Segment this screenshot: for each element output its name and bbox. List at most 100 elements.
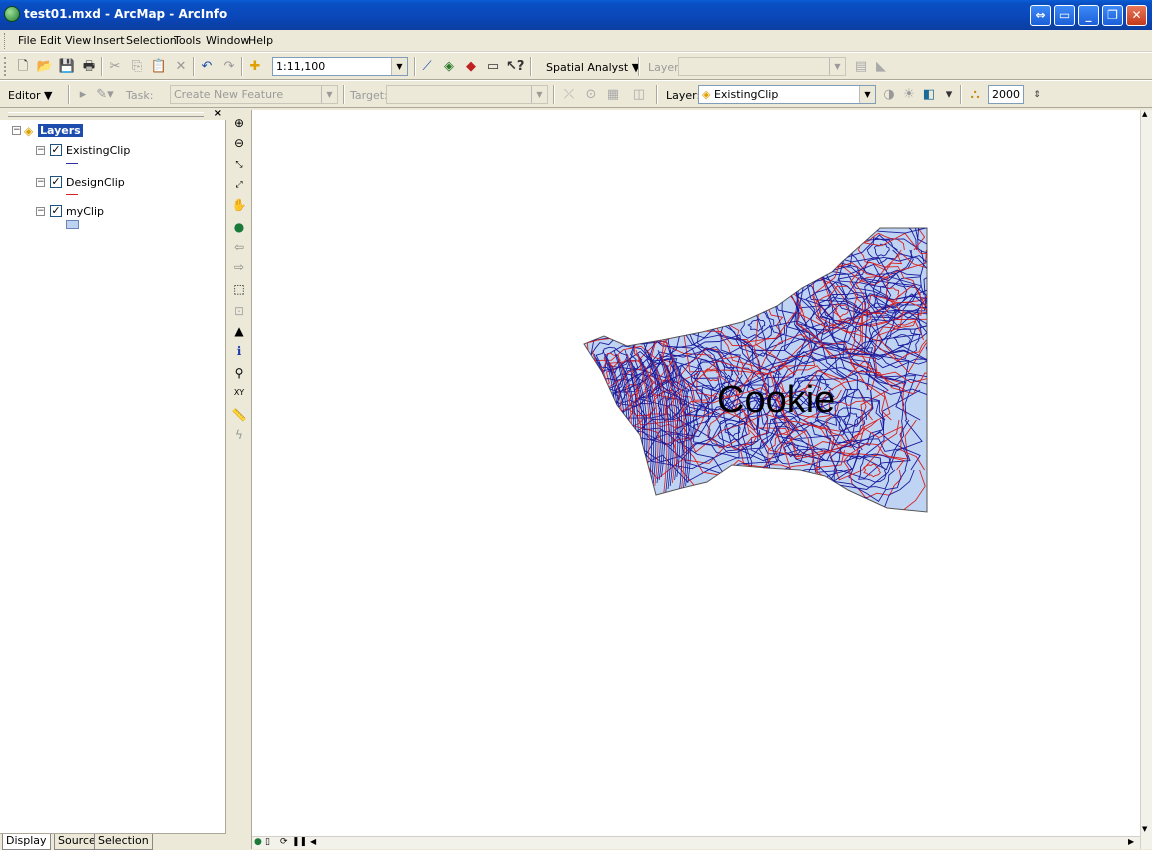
rotate-tool-icon[interactable]: ⊙ [582,86,600,104]
pause-drawing-icon[interactable]: ❚❚ [292,837,307,847]
layers-root[interactable]: Layers [38,124,83,137]
profile-icon[interactable]: ◣ [872,58,890,76]
attributes-icon[interactable]: ▦ [604,86,622,104]
contrast-icon[interactable]: ◑ [880,86,898,104]
collapse-layers-icon[interactable]: − [12,126,21,135]
brightness-icon[interactable]: ☀ [900,86,918,104]
menu-insert[interactable]: Insert [93,34,125,47]
snap-tolerance-icon[interactable]: ⛬ [966,86,984,104]
cut-icon[interactable]: ✂ [106,58,124,76]
sketch-tool-icon[interactable]: ✎▾ [96,86,114,104]
collapse-layer-icon[interactable]: − [36,178,45,187]
close-icon[interactable]: × [214,108,222,119]
menu-tools[interactable]: Tools [174,34,201,47]
save-icon[interactable]: 💾 [58,58,76,76]
new-document-icon[interactable]: 🗋 [14,58,32,76]
chevron-down-icon[interactable]: ▼ [321,86,337,103]
layer-myclip[interactable]: myClip [66,205,104,218]
editor-menu[interactable]: Editor ▼ [8,89,53,102]
3d-layer-combo[interactable]: ◈ ExistingClip ▼ [698,85,876,104]
layer-designclip[interactable]: DesignClip [66,176,125,189]
horizontal-scrollbar[interactable]: ● ▯ ⟳ ❚❚ ◀ ▶ [252,836,1140,849]
full-extent-icon[interactable]: ● [230,218,248,236]
histogram-icon[interactable]: ▤ [852,58,870,76]
transparency-icon[interactable]: ◧ [920,86,938,104]
spatial-analyst-menu[interactable]: Spatial Analyst ▼ [546,61,640,74]
command-line-icon[interactable]: ▭ [484,58,502,76]
minimize-button[interactable]: _ [1078,5,1099,26]
contour-dropdown-icon[interactable]: ▾ [940,86,958,104]
spatial-analyst-layer-combo[interactable]: ▼ [678,57,846,76]
snap-value-field[interactable]: 2000 [988,85,1024,104]
select-elements-icon[interactable]: ▲ [230,322,248,340]
layout-view-icon[interactable]: ▯ [265,837,270,847]
arctoolbox-icon[interactable]: ◆ [462,58,480,76]
print-icon[interactable]: 🖶 [80,58,98,76]
chevron-down-icon[interactable]: ▼ [391,58,407,75]
identify-icon[interactable]: ℹ [230,342,248,360]
find-icon[interactable]: ⚲ [230,364,248,382]
hyperlink-icon[interactable]: ϟ [230,426,248,444]
scroll-left-icon[interactable]: ◀ [310,837,316,846]
collapse-layer-icon[interactable]: − [36,207,45,216]
chevron-down-icon[interactable]: ▼ [531,86,547,103]
menu-edit[interactable]: Edit [40,34,61,47]
map-canvas[interactable]: Cookie [252,110,1140,836]
maximize-button[interactable]: ❐ [1102,5,1123,26]
close-button[interactable]: ✕ [1126,5,1147,26]
paste-icon[interactable]: 📋 [150,58,168,76]
map-scale-combo[interactable]: 1:11,100 ▼ [272,57,408,76]
layer-existingclip[interactable]: ExistingClip [66,144,130,157]
fixed-zoom-in-icon[interactable]: ⤡ [230,156,248,174]
scroll-up-icon[interactable]: ▲ [1142,110,1147,118]
help-icon[interactable]: ⇔ [1030,5,1051,26]
spinner-icon[interactable]: ⇕ [1028,86,1046,104]
tab-display[interactable]: Display [2,834,51,850]
restore-window-icon[interactable]: ▭ [1054,5,1075,26]
undo-icon[interactable]: ↶ [198,58,216,76]
redo-icon[interactable]: ↷ [220,58,238,76]
chevron-down-icon[interactable]: ▼ [859,86,875,103]
target-combo[interactable]: ▼ [386,85,548,104]
vertical-scrollbar[interactable]: ▲ ▼ [1140,110,1152,849]
whats-this-icon[interactable]: ↖? [506,58,524,76]
clear-selection-icon[interactable]: ⊡ [230,302,248,320]
data-view-icon[interactable]: ● [254,837,262,847]
task-combo[interactable]: Create New Feature ▼ [170,85,338,104]
layer-checkbox[interactable]: ✓ [50,205,62,217]
measure-icon[interactable]: 📏 [230,406,248,424]
table-of-contents: × − ◈ Layers − ✓ ExistingClip − ✓ Design… [0,108,226,850]
back-extent-icon[interactable]: ⇦ [230,238,248,256]
menu-selection[interactable]: Selection [126,34,177,47]
tab-selection[interactable]: Selection [94,834,153,850]
sketch-properties-icon[interactable]: ◫ [630,86,648,104]
menu-file[interactable]: File [18,34,36,47]
map-view[interactable]: Cookie [252,110,1140,836]
chevron-down-icon[interactable]: ▼ [829,58,845,75]
editor-toolbar-icon[interactable]: ⟋ [418,58,436,76]
refresh-icon[interactable]: ⟳ [280,837,288,847]
pan-icon[interactable]: ✋ [230,196,248,214]
edit-tool-icon[interactable]: ▸ [74,86,92,104]
go-to-xy-icon[interactable]: XY [230,384,248,402]
scroll-down-icon[interactable]: ▼ [1142,825,1147,833]
forward-extent-icon[interactable]: ⇨ [230,258,248,276]
add-data-icon[interactable]: ✚ [246,58,264,76]
open-icon[interactable]: 📂 [36,58,54,76]
layer-checkbox[interactable]: ✓ [50,144,62,156]
tab-source[interactable]: Source [54,834,100,850]
menu-view[interactable]: View [65,34,91,47]
scroll-right-icon[interactable]: ▶ [1128,837,1134,846]
fixed-zoom-out-icon[interactable]: ⤢ [230,176,248,194]
collapse-layer-icon[interactable]: − [36,146,45,155]
zoom-out-icon[interactable]: ⊖ [230,134,248,152]
split-tool-icon[interactable]: ⤫ [560,86,578,104]
copy-icon[interactable]: ⎘ [128,58,146,76]
delete-icon[interactable]: ✕ [172,58,190,76]
arccatalog-icon[interactable]: ◈ [440,58,458,76]
select-features-icon[interactable]: ⬚ [230,280,248,298]
zoom-in-icon[interactable]: ⊕ [230,114,248,132]
layer-checkbox[interactable]: ✓ [50,176,62,188]
menu-help[interactable]: Help [248,34,273,47]
menu-window[interactable]: Window [206,34,249,47]
